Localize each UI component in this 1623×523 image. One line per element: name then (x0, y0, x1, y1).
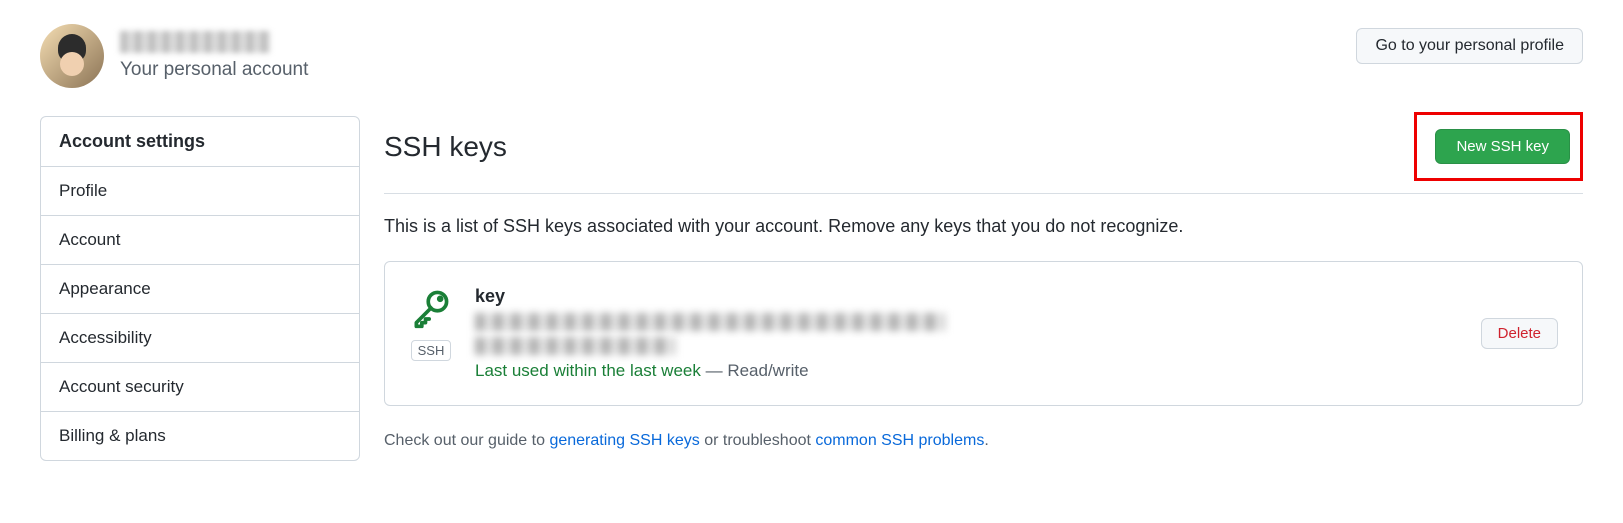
footer-suffix: . (984, 432, 988, 449)
sidebar-item-label: Billing & plans (59, 426, 166, 445)
sidebar-header: Account settings (41, 117, 359, 167)
sidebar-item-profile[interactable]: Profile (41, 167, 359, 216)
sidebar-item-account-security[interactable]: Account security (41, 363, 359, 412)
key-usage-mode: Read/write (727, 361, 808, 380)
key-title: key (475, 286, 1459, 307)
sidebar-item-accessibility[interactable]: Accessibility (41, 314, 359, 363)
section-description: This is a list of SSH keys associated wi… (384, 216, 1583, 237)
key-icon-column: SSH (409, 286, 453, 361)
left-column: Your personal account Account settings P… (40, 24, 360, 461)
key-usage-recent: Last used within the last week (475, 361, 701, 380)
sidebar-item-label: Account (59, 230, 120, 249)
sidebar-item-appearance[interactable]: Appearance (41, 265, 359, 314)
sidebar-item-label: Accessibility (59, 328, 152, 347)
key-added-redacted (475, 337, 675, 355)
key-usage-separator: — (701, 361, 727, 380)
generating-ssh-keys-link[interactable]: generating SSH keys (549, 432, 699, 449)
right-column: Go to your personal profile SSH keys New… (384, 24, 1583, 461)
ssh-key-card: SSH key Last used within the last week —… (384, 261, 1583, 406)
key-fingerprint-redacted (475, 313, 945, 331)
new-ssh-key-button[interactable]: New SSH key (1435, 129, 1570, 164)
footer-prefix: Check out our guide to (384, 432, 549, 449)
sidebar-item-label: Appearance (59, 279, 151, 298)
highlight-annotation: New SSH key (1414, 112, 1583, 181)
section-header: SSH keys New SSH key (384, 112, 1583, 194)
key-icon (409, 286, 453, 330)
delete-key-button[interactable]: Delete (1481, 318, 1558, 349)
sidebar: Account settings Profile Account Appeara… (40, 116, 360, 461)
profile-header: Your personal account (40, 24, 360, 88)
footer-text: Check out our guide to generating SSH ke… (384, 432, 1583, 450)
common-ssh-problems-link[interactable]: common SSH problems (815, 432, 984, 449)
ssh-badge: SSH (411, 340, 452, 361)
profile-text: Your personal account (120, 31, 308, 81)
sidebar-item-label: Profile (59, 181, 107, 200)
sidebar-item-billing[interactable]: Billing & plans (41, 412, 359, 460)
avatar[interactable] (40, 24, 104, 88)
footer-mid: or troubleshoot (700, 432, 816, 449)
username-redacted (120, 31, 270, 53)
key-usage: Last used within the last week — Read/wr… (475, 361, 1459, 381)
page-title: SSH keys (384, 131, 507, 163)
go-to-profile-button[interactable]: Go to your personal profile (1356, 28, 1583, 64)
sidebar-item-label: Account security (59, 377, 184, 396)
settings-container: Your personal account Account settings P… (0, 0, 1623, 485)
key-info: key Last used within the last week — Rea… (475, 286, 1459, 381)
sidebar-item-account[interactable]: Account (41, 216, 359, 265)
top-action-row: Go to your personal profile (384, 28, 1583, 64)
profile-subtitle: Your personal account (120, 59, 308, 81)
